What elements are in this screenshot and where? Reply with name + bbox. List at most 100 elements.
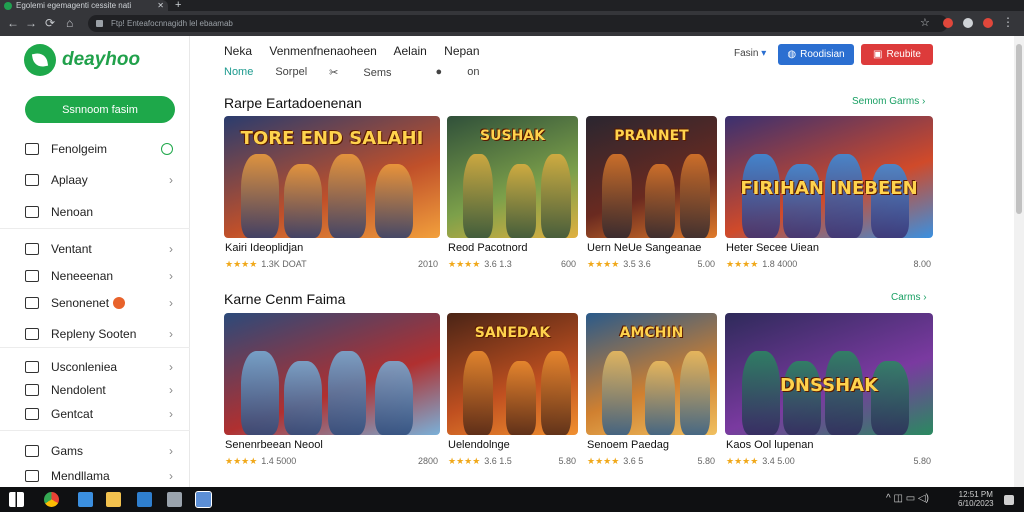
game-price: 8.00 xyxy=(913,259,931,269)
circle-icon: ● xyxy=(435,66,446,78)
character-figure xyxy=(645,361,675,435)
home-icon[interactable]: ⌂ xyxy=(66,16,73,30)
new-tab-button[interactable]: + xyxy=(175,0,181,11)
scrollbar-thumb[interactable] xyxy=(1016,44,1022,214)
topnav-item[interactable]: Neka xyxy=(224,44,252,58)
character-figure xyxy=(328,351,366,435)
topnav-item[interactable]: Aelain xyxy=(393,44,426,58)
sidebar-item[interactable]: Neneeenan › xyxy=(25,266,175,286)
sidebar-item-label: Repleny Sooten xyxy=(51,327,137,341)
extension-red-icon[interactable] xyxy=(983,18,993,28)
game-thumbnail[interactable]: SUSHAK xyxy=(447,116,578,238)
sidebar-item[interactable]: Gams › xyxy=(25,441,175,461)
section-title: Karne Cenm Faima xyxy=(224,291,346,307)
game-thumbnail[interactable]: DNSSHAK xyxy=(725,313,933,435)
folder-icon[interactable] xyxy=(106,492,121,507)
topnav-item[interactable]: Venmenfnenaoheen xyxy=(269,44,376,58)
star-rating: ★★★★ 3.4 5.00 xyxy=(726,456,795,467)
section-see-all-link[interactable]: Carms › xyxy=(891,292,927,303)
section-title: Rarpe Eartadoenenan xyxy=(224,95,362,111)
star-icon: ★★★★ xyxy=(225,456,258,466)
game-art-title: DNSSHAK xyxy=(779,375,879,396)
sidebar-item[interactable]: Usconleniea › xyxy=(25,357,175,377)
sidebar-item[interactable]: Fenolgeim xyxy=(25,139,175,159)
game-title[interactable]: Kairi Ideoplidjan xyxy=(225,242,303,254)
button-icon: ▣ xyxy=(873,49,883,60)
app-icon[interactable] xyxy=(167,492,182,507)
sidebar-item-label: Fenolgeim xyxy=(51,142,108,156)
windows-start-icon[interactable] xyxy=(9,492,24,507)
sidebar-item-label: Usconleniea xyxy=(51,360,118,374)
game-price: 5.80 xyxy=(913,456,931,466)
game-thumbnail[interactable]: FIRIHAN INEBEEN xyxy=(725,116,933,238)
game-title[interactable]: Uelendolnge xyxy=(448,439,510,451)
browser-taskbar-icon[interactable] xyxy=(195,491,212,508)
app-icon[interactable] xyxy=(137,492,152,507)
topnav-item[interactable]: Nepan xyxy=(444,44,479,58)
rating-count: 3.5 3.6 xyxy=(623,259,651,269)
star-icon: ★★★★ xyxy=(587,456,620,466)
game-title[interactable]: Uern NeUe Sangeanae xyxy=(587,242,701,254)
rating-count: 1.3K DOAT xyxy=(261,259,307,269)
game-thumbnail[interactable]: SANEDAK xyxy=(447,313,578,435)
character-figure xyxy=(506,361,536,435)
sidebar-item[interactable]: Ventant › xyxy=(25,239,175,259)
rating-count: 3.6 1.5 xyxy=(484,456,512,466)
profile-icon[interactable] xyxy=(963,18,973,28)
character-figure xyxy=(645,164,675,238)
sidebar-item-icon xyxy=(25,270,39,282)
game-title[interactable]: Kaos Ool lupenan xyxy=(726,439,813,451)
subnav-item[interactable]: Sorpel xyxy=(275,66,307,79)
site-logo[interactable]: deayhoo xyxy=(24,44,140,76)
game-title[interactable]: Senenrbeean Neool xyxy=(225,439,323,451)
sidebar-item[interactable]: Repleny Sooten › xyxy=(25,324,175,344)
sidebar-item-icon xyxy=(25,361,39,373)
chrome-icon[interactable] xyxy=(44,492,59,507)
taskbar-clock[interactable]: 12:51 PM 6/10/2023 xyxy=(958,490,994,508)
subnav-active-tab[interactable]: Nome xyxy=(224,66,253,79)
sidebar-item[interactable]: Aplaay › xyxy=(25,170,175,190)
star-icon: ★★★★ xyxy=(726,259,759,269)
sidebar-item-label: Neneeenan xyxy=(51,269,114,283)
section-see-all-link[interactable]: Semom Garms › xyxy=(852,96,925,107)
close-tab-icon[interactable]: ✕ xyxy=(157,1,164,10)
game-thumbnail[interactable]: PRANNET xyxy=(586,116,717,238)
sidebar-item-icon xyxy=(25,408,39,420)
system-tray[interactable]: ^ ◫ ▭ ◁) xyxy=(886,493,929,504)
game-thumbnail[interactable]: AMCHIN xyxy=(586,313,717,435)
page-scrollbar[interactable] xyxy=(1014,36,1024,487)
sidebar-item[interactable]: Nendolent › xyxy=(25,380,175,400)
sidebar-item[interactable]: Gentcat › xyxy=(25,404,175,424)
game-title[interactable]: Senoem Paedag xyxy=(587,439,669,451)
browser-menu-icon[interactable]: ⋮ xyxy=(1002,15,1014,29)
clock-time: 12:51 PM xyxy=(958,490,993,499)
subnav-item[interactable]: ✂ Sems xyxy=(329,66,413,79)
star-rating: ★★★★ 1.4 5000 xyxy=(225,456,296,467)
sidebar-item[interactable]: Senonenet › xyxy=(25,293,175,313)
language-select[interactable]: Fasin ▾ xyxy=(734,48,766,59)
notification-icon[interactable] xyxy=(1004,495,1014,505)
game-thumbnail[interactable] xyxy=(224,313,440,435)
sidebar-item[interactable]: Nenoan xyxy=(25,202,175,222)
address-bar[interactable]: Ftp! Enteafocnnagidh lel ebaamab xyxy=(88,15,948,32)
extension-icon[interactable] xyxy=(943,18,953,28)
character-figure xyxy=(241,154,279,238)
game-title[interactable]: Reod Pacotnord xyxy=(448,242,528,254)
character-figure xyxy=(680,351,710,435)
blue-action-button[interactable]: ◍ Roodisian xyxy=(778,44,854,65)
star-icon: ★★★★ xyxy=(225,259,258,269)
sidebar-item[interactable]: Mendllama › xyxy=(25,466,175,486)
red-action-button[interactable]: ▣ Reubite xyxy=(861,44,933,65)
browser-tab[interactable]: Egolemi egemagenti cessite nati ✕ xyxy=(0,0,168,11)
game-thumbnail[interactable]: TORE END SALAHI xyxy=(224,116,440,238)
sidebar-cta-button[interactable]: Ssnnoom fasim xyxy=(25,96,175,123)
app-icon[interactable] xyxy=(78,492,93,507)
site-favicon-icon xyxy=(4,1,12,10)
character-figure xyxy=(541,351,571,435)
bookmark-star-icon[interactable]: ☆ xyxy=(920,16,930,29)
back-icon[interactable]: ← xyxy=(7,16,19,30)
forward-icon[interactable]: → xyxy=(25,16,37,30)
subnav-item[interactable]: ● on xyxy=(436,66,502,79)
reload-icon[interactable]: ⟳ xyxy=(45,16,55,30)
game-title[interactable]: Heter Secee Uiean xyxy=(726,242,819,254)
